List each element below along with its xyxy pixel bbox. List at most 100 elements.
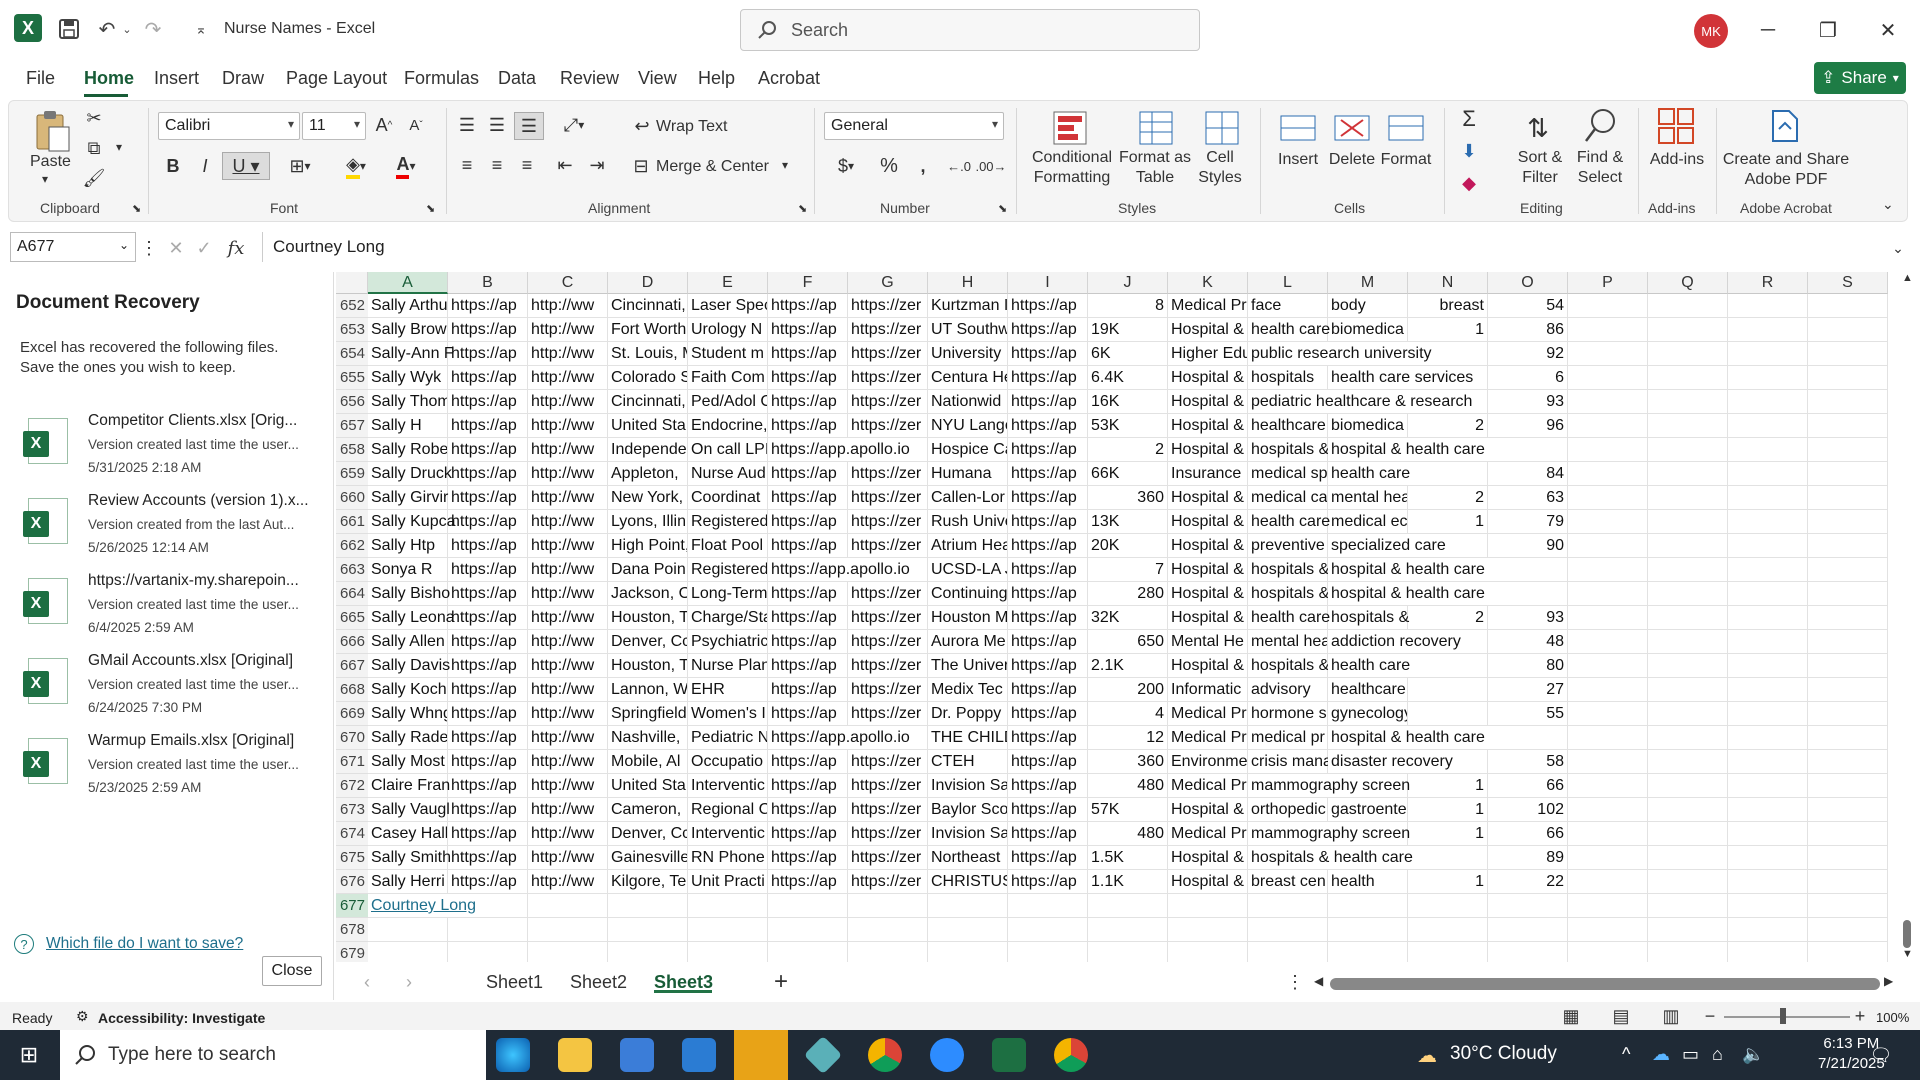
- row-header[interactable]: 668: [336, 678, 368, 702]
- grid-cell[interactable]: Sally Kupca: [368, 510, 456, 534]
- menu-formulas[interactable]: Formulas: [404, 68, 479, 89]
- grid-cell[interactable]: Colorado S: [608, 366, 688, 390]
- grid-cell[interactable]: hospitals &: [1248, 438, 1329, 462]
- grid-cell[interactable]: [528, 894, 608, 918]
- tray-chevron-icon[interactable]: ^: [1622, 1044, 1630, 1065]
- grid-cell[interactable]: [1648, 774, 1728, 798]
- row-header[interactable]: 653: [336, 318, 368, 342]
- grid-cell[interactable]: Sally Arthu: [368, 294, 448, 318]
- grid-cell[interactable]: http://ww: [528, 846, 608, 870]
- grid-cell[interactable]: https://zer: [848, 342, 928, 366]
- sticky-notes-icon[interactable]: [734, 1030, 788, 1080]
- wrap-text-icon[interactable]: ↩: [632, 114, 652, 138]
- grid-cell[interactable]: [1168, 942, 1248, 962]
- grid-cell[interactable]: 8: [1088, 294, 1168, 318]
- grid-cell[interactable]: [1568, 894, 1648, 918]
- grid-cell[interactable]: http://ww: [528, 318, 608, 342]
- grid-cell[interactable]: https://ap: [1008, 294, 1088, 318]
- grid-cell[interactable]: https://ap: [1008, 558, 1088, 582]
- grid-cell[interactable]: UCSD-LA J: [928, 558, 1008, 582]
- grid-cell[interactable]: 200: [1088, 678, 1168, 702]
- grid-cell[interactable]: [1488, 894, 1568, 918]
- grid-cell[interactable]: https://ap: [1008, 510, 1088, 534]
- grid-cell[interactable]: [1488, 942, 1568, 962]
- row-header[interactable]: 659: [336, 462, 368, 486]
- restore-icon[interactable]: ❐: [1810, 12, 1846, 48]
- store-icon[interactable]: [620, 1038, 654, 1072]
- grid-cell[interactable]: medical ca: [1248, 486, 1328, 510]
- grid-cell[interactable]: 79: [1488, 510, 1568, 534]
- grid-cell[interactable]: [1728, 870, 1808, 894]
- grid-cell[interactable]: [1648, 366, 1728, 390]
- grid-cell[interactable]: 4: [1088, 702, 1168, 726]
- grid-cell[interactable]: https://ap: [448, 558, 528, 582]
- grid-cell[interactable]: [1408, 894, 1488, 918]
- grid-cell[interactable]: Urology N: [688, 318, 768, 342]
- paste-icon[interactable]: [32, 108, 72, 154]
- grid-cell[interactable]: Interventic: [688, 774, 768, 798]
- grid-cell[interactable]: Hospital &: [1168, 510, 1248, 534]
- grid-cell[interactable]: [1008, 918, 1088, 942]
- grid-cell[interactable]: Hospital &: [1168, 654, 1248, 678]
- grid-cell[interactable]: Nurse Plan: [688, 654, 768, 678]
- row-header[interactable]: 667: [336, 654, 368, 678]
- row-header[interactable]: 672: [336, 774, 368, 798]
- grid-cell[interactable]: 53K: [1088, 414, 1168, 438]
- row-header[interactable]: 657: [336, 414, 368, 438]
- grid-cell[interactable]: [1728, 942, 1808, 962]
- fill-color-icon[interactable]: ◈ ▾: [334, 152, 378, 180]
- grid-cell[interactable]: https://zer: [848, 630, 928, 654]
- merge-dropdown-icon[interactable]: ▾: [782, 158, 788, 172]
- delete-cells-button[interactable]: Delete: [1326, 150, 1378, 170]
- font-color-icon[interactable]: A ▾: [384, 152, 428, 180]
- grid-cell[interactable]: https://ap: [1008, 750, 1088, 774]
- grid-cell[interactable]: [1648, 870, 1728, 894]
- grid-cell[interactable]: Sally Girvir: [368, 486, 448, 510]
- grid-cell[interactable]: [1648, 462, 1728, 486]
- grid-cell[interactable]: [1568, 558, 1648, 582]
- cancel-entry-icon[interactable]: ✕: [164, 234, 188, 262]
- grid-cell[interactable]: https://zer: [848, 318, 928, 342]
- grid-cell[interactable]: [1328, 894, 1408, 918]
- grid-cell[interactable]: [1648, 918, 1728, 942]
- grid-cell[interactable]: https://zer: [848, 846, 928, 870]
- grid-cell[interactable]: [1648, 798, 1728, 822]
- grid-cell[interactable]: 54: [1488, 294, 1568, 318]
- grid-cell[interactable]: mammography screen: [1248, 774, 1410, 798]
- menu-data[interactable]: Data: [498, 68, 536, 89]
- grid-cell[interactable]: http://ww: [528, 438, 608, 462]
- row-header[interactable]: 666: [336, 630, 368, 654]
- grid-cell[interactable]: http://ww: [528, 774, 608, 798]
- grid-cell[interactable]: CTEH: [928, 750, 1008, 774]
- grid-cell[interactable]: 1: [1408, 870, 1488, 894]
- grid-cell[interactable]: [848, 942, 928, 962]
- format-as-table-icon[interactable]: [1136, 108, 1176, 148]
- format-cells-icon[interactable]: [1386, 108, 1426, 148]
- grid-cell[interactable]: http://ww: [528, 294, 608, 318]
- grid-cell[interactable]: [1568, 438, 1648, 462]
- row-header[interactable]: 661: [336, 510, 368, 534]
- grid-cell[interactable]: [1568, 726, 1648, 750]
- grid-cell[interactable]: https://zer: [848, 462, 928, 486]
- grid-cell[interactable]: [1568, 534, 1648, 558]
- grid-cell[interactable]: [368, 918, 448, 942]
- grid-cell[interactable]: 2: [1408, 414, 1488, 438]
- grid-cell[interactable]: health care: [1328, 654, 1488, 678]
- grid-cell[interactable]: [1568, 390, 1648, 414]
- grid-cell[interactable]: 360: [1088, 486, 1168, 510]
- grid-cell[interactable]: https://zer: [848, 702, 928, 726]
- page-layout-view-icon[interactable]: ▤: [1610, 1006, 1632, 1026]
- grid-cell[interactable]: Interventic: [688, 822, 768, 846]
- grid-cell[interactable]: https://ap: [768, 798, 848, 822]
- grid-cell[interactable]: Informatic: [1168, 678, 1248, 702]
- grid-cell[interactable]: Sally Wyk: [368, 366, 448, 390]
- grid-cell[interactable]: [1728, 750, 1808, 774]
- grid-cell[interactable]: Cincinnati,: [608, 390, 688, 414]
- grid-cell[interactable]: [1808, 462, 1888, 486]
- grid-cell[interactable]: crisis mana: [1248, 750, 1332, 774]
- find-select-icon[interactable]: [1580, 106, 1620, 146]
- grid-cell[interactable]: http://ww: [528, 390, 608, 414]
- grid-cell[interactable]: Hospital &: [1168, 798, 1248, 822]
- zoom-in-icon[interactable]: +: [1852, 1006, 1868, 1026]
- increase-font-icon[interactable]: A ^: [372, 112, 396, 138]
